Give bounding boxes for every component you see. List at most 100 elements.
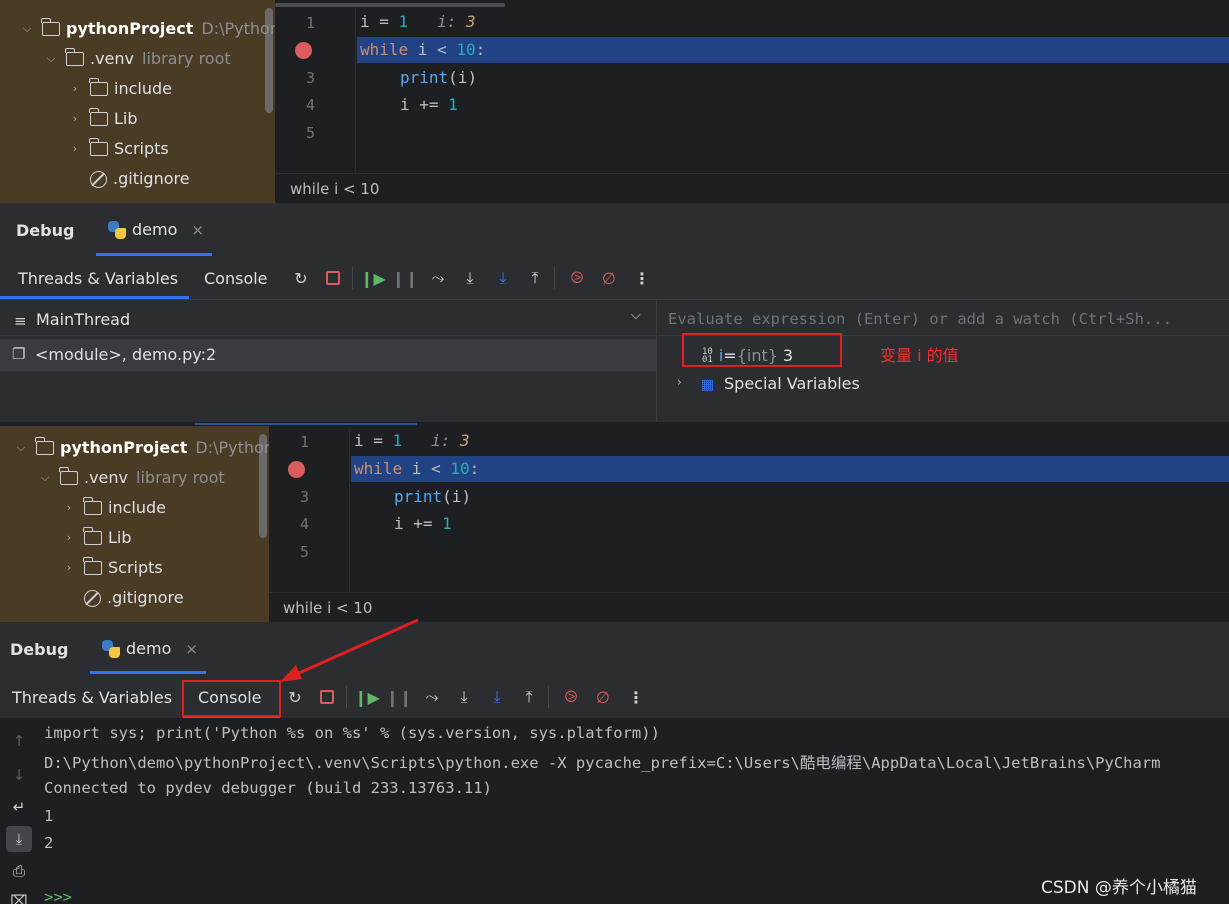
tree-item-venv[interactable]: ⌵ .venv library root xyxy=(44,44,231,74)
editor-scrollbar[interactable] xyxy=(275,3,505,7)
trash-icon[interactable]: ⌧ xyxy=(8,890,30,904)
chevron-right-icon: › xyxy=(72,142,78,155)
breakpoint-icon[interactable] xyxy=(288,461,305,478)
console-line: 1 xyxy=(44,807,54,825)
tree-item-venv[interactable]: ⌵ .venv library root xyxy=(38,463,225,493)
tree-item-include[interactable]: › include xyxy=(68,74,172,104)
line-number: 5 xyxy=(299,543,309,561)
gutter-divider xyxy=(349,430,350,592)
breakpoint-icon[interactable] xyxy=(295,42,312,59)
tree-item-gitignore[interactable]: .gitignore xyxy=(84,583,184,613)
step-into-my-code-icon[interactable]: ⤓ xyxy=(492,267,514,289)
current-execution-line xyxy=(357,37,1229,63)
toolbar-separator xyxy=(554,267,555,289)
mute-breakpoints-icon[interactable]: ∅ xyxy=(598,267,620,289)
evaluate-expression-input[interactable]: Evaluate expression (Enter) or add a wat… xyxy=(668,310,1223,328)
step-out-icon[interactable]: ⤒ xyxy=(524,267,546,289)
code-editor-2[interactable]: 1 3 4 5 i = 1 i: 3 while i < 10: print(i… xyxy=(269,426,1229,622)
frame-row-selected[interactable]: ❐ <module>, demo.py:2 xyxy=(0,339,656,371)
ignored-file-icon xyxy=(90,170,107,188)
chevron-right-icon[interactable]: › xyxy=(677,375,682,389)
line-number: 3 xyxy=(299,488,309,506)
scroll-to-end-icon[interactable]: ⤓ xyxy=(6,826,32,852)
view-breakpoints-icon[interactable]: ⧁ xyxy=(560,686,582,708)
console-line: 2 xyxy=(44,834,54,852)
tree-item-lib[interactable]: › Lib xyxy=(68,104,138,134)
rerun-icon[interactable]: ↻ xyxy=(290,267,312,289)
ignored-file-icon xyxy=(84,589,101,607)
python-icon xyxy=(108,220,126,239)
folder-icon xyxy=(65,48,84,66)
folder-icon xyxy=(41,18,60,36)
special-variables-label[interactable]: Special Variables xyxy=(724,374,860,393)
tab-console[interactable]: Console xyxy=(204,269,268,288)
folder-label: Lib xyxy=(108,528,132,547)
thread-selector[interactable]: MainThread xyxy=(36,310,130,329)
resume-icon[interactable]: ❙▶ xyxy=(360,267,386,289)
step-into-icon[interactable]: ⤓ xyxy=(459,267,481,289)
breadcrumb-item[interactable]: while i < 10 xyxy=(290,180,379,198)
tab-demo[interactable]: demo × xyxy=(108,220,204,239)
mute-breakpoints-icon[interactable]: ∅ xyxy=(592,686,614,708)
chevron-down-icon[interactable]: ⌵ xyxy=(631,308,641,323)
toolbar-separator xyxy=(352,267,353,289)
project-root-path: D:\Python xyxy=(195,438,269,457)
tab-label: demo xyxy=(132,220,178,239)
tree-item-gitignore[interactable]: .gitignore xyxy=(90,164,190,194)
arrow-up-icon[interactable]: ↑ xyxy=(8,730,30,752)
current-execution-line xyxy=(351,456,1229,482)
console-prompt[interactable]: >>> xyxy=(44,888,72,904)
more-options-icon[interactable]: ⋮ xyxy=(631,267,653,289)
step-into-icon[interactable]: ⤓ xyxy=(453,686,475,708)
step-over-icon[interactable]: ⤳ xyxy=(427,267,449,289)
project-root-label: pythonProject xyxy=(60,438,188,457)
code-line-1: i = 1 i: 3 xyxy=(360,12,476,31)
tree-item-project-root[interactable]: ⌵ pythonProject D:\Python xyxy=(14,433,269,463)
file-label: .gitignore xyxy=(113,169,190,188)
folder-icon xyxy=(89,138,108,156)
stop-icon[interactable] xyxy=(322,267,344,289)
tree-item-scripts[interactable]: › Scripts xyxy=(62,553,163,583)
python-icon xyxy=(102,639,120,658)
code-editor[interactable]: 1 3 4 5 i = 1 i: 3 while i < 10: print(i… xyxy=(275,0,1229,203)
arrow-down-icon[interactable]: ↓ xyxy=(8,764,30,786)
pause-icon[interactable]: ❙❙ xyxy=(392,267,419,289)
close-icon[interactable]: × xyxy=(191,221,204,239)
tree-item-lib[interactable]: › Lib xyxy=(62,523,132,553)
debug-title: Debug xyxy=(16,221,75,240)
chevron-down-icon: ⌵ xyxy=(46,52,56,65)
line-number: 4 xyxy=(305,96,315,114)
tree-item-include[interactable]: › include xyxy=(62,493,166,523)
folder-label: include xyxy=(114,79,172,98)
frame-icon: ❐ xyxy=(12,345,26,363)
folder-icon xyxy=(35,437,54,455)
annotation-box-console xyxy=(182,680,281,717)
tab-threads-variables[interactable]: Threads & Variables xyxy=(12,688,172,707)
code-line-4: i += 1 xyxy=(400,95,458,114)
tree-item-scripts[interactable]: › Scripts xyxy=(68,134,169,164)
divider xyxy=(0,335,656,336)
close-icon[interactable]: × xyxy=(185,640,198,658)
chevron-right-icon: › xyxy=(66,531,72,544)
step-into-my-code-icon[interactable]: ⤓ xyxy=(486,686,508,708)
gutter-divider xyxy=(355,8,356,173)
soft-wrap-icon[interactable]: ↵ xyxy=(8,796,30,818)
chevron-right-icon: › xyxy=(66,501,72,514)
breadcrumb[interactable]: while i < 10 xyxy=(275,173,1229,203)
venv-tag: library root xyxy=(136,468,225,487)
view-breakpoints-icon[interactable]: ⧁ xyxy=(566,267,588,289)
step-out-icon[interactable]: ⤒ xyxy=(518,686,540,708)
project-root-path: D:\Python xyxy=(201,19,275,38)
tab-demo[interactable]: demo × xyxy=(102,639,198,658)
tree-item-project-root[interactable]: ⌵ pythonProject D:\Python xyxy=(20,14,275,44)
tab-threads-variables[interactable]: Threads & Variables xyxy=(18,269,178,288)
venv-tag: library root xyxy=(142,49,231,68)
line-number: 4 xyxy=(299,515,309,533)
chevron-right-icon: › xyxy=(72,112,78,125)
thread-icon: ≡ xyxy=(14,312,27,330)
more-options-icon[interactable]: ⋮ xyxy=(625,686,647,708)
active-tab-indicator xyxy=(90,671,206,674)
code-line-3: print(i) xyxy=(394,487,472,506)
print-icon[interactable]: ⎙ xyxy=(8,860,30,882)
venv-label: .venv xyxy=(84,468,129,487)
